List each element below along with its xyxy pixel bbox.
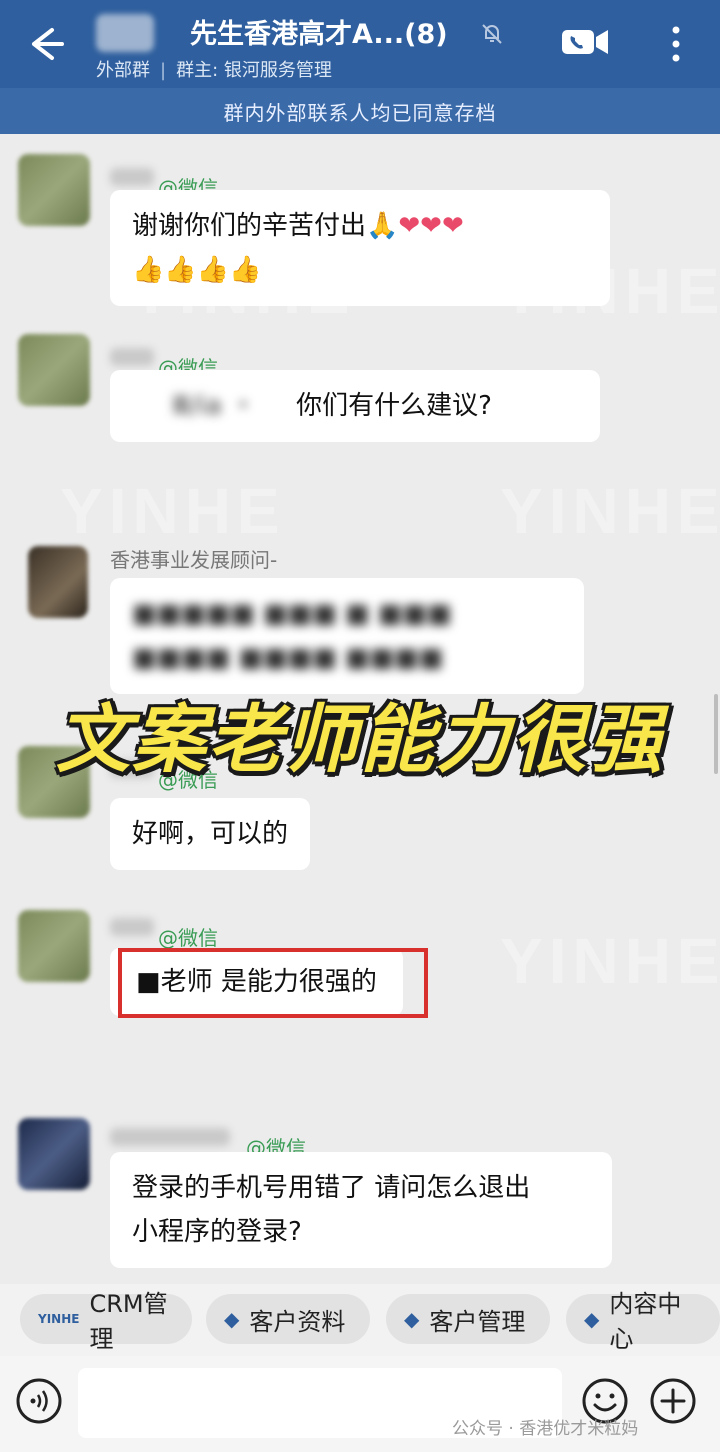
emoji-line: 👍👍👍👍: [132, 255, 262, 285]
video-call-icon[interactable]: [560, 22, 610, 62]
avatar[interactable]: [18, 910, 90, 982]
plus-icon[interactable]: [648, 1376, 698, 1426]
emoji-line: 🙏❤❤❤: [366, 211, 464, 241]
yinhe-logo-icon: YINHE: [38, 1312, 80, 1326]
sender-name-blurred: [110, 1128, 230, 1146]
input-bar: 公众号 · 香港优才米粒妈: [0, 1356, 720, 1452]
message-text: 你们有什么建议?: [296, 391, 492, 421]
sender-source-tag: @微信: [158, 926, 218, 950]
watermark: YINHE: [500, 475, 720, 547]
overlay-caption: 文案老师能力很强: [56, 697, 664, 783]
highlight-box: [118, 948, 428, 1018]
message-bubble[interactable]: 好啊，可以的: [110, 798, 311, 870]
quick-action-content-center[interactable]: ◆ 内容中心: [566, 1290, 720, 1353]
avatar[interactable]: [18, 334, 90, 406]
watermark: YINHE: [60, 475, 286, 547]
back-arrow-icon[interactable]: [22, 22, 66, 66]
more-options-icon[interactable]: [662, 22, 690, 66]
message-bubble[interactable]: 登录的手机号用错了 请问怎么退出 小程序的登录?: [110, 1152, 612, 1268]
diamond-icon: ◆: [224, 1307, 240, 1331]
avatar[interactable]: [18, 1118, 90, 1190]
chat-header: 先生香港高才A...(8) 外部群 | 群主: 银河服务管理: [0, 0, 720, 88]
blurred-text: ■■■■■ ■■■ ■ ■■■: [132, 599, 452, 629]
group-type-label: 外部群: [96, 60, 150, 81]
quick-action-label: CRM管理: [89, 1290, 168, 1353]
quick-action-customer-profile[interactable]: ◆ 客户资料: [206, 1294, 370, 1344]
archive-notice-bar: 群内外部联系人均已同意存档: [0, 88, 720, 134]
group-avatar[interactable]: [96, 14, 154, 52]
diamond-icon: ◆: [404, 1307, 420, 1331]
group-title[interactable]: 先生香港高才A...(8): [190, 12, 448, 51]
message-text: 小程序的登录?: [132, 1217, 302, 1247]
sender-name-blurred: [110, 348, 154, 366]
avatar[interactable]: [28, 546, 88, 618]
message-bubble[interactable]: ■■■■■ ■■■ ■ ■■■ ■■■■ ■■■■ ■■■■: [110, 578, 584, 694]
avatar[interactable]: [18, 154, 90, 226]
message-bubble[interactable]: 谢谢你们的辛苦付出🙏❤❤❤ 👍👍👍👍: [110, 190, 610, 306]
blurred-text: ■■■■ ■■■■ ■■■■: [132, 643, 444, 673]
message-bubble[interactable]: Ⅲ/ia ・ 你们有什么建议?: [110, 370, 600, 442]
blurred-text: Ⅲ/ia ・: [172, 391, 257, 421]
message-text: 好啊，可以的: [132, 819, 289, 849]
sender-name-blurred: [110, 168, 154, 186]
sender-name: 香港事业发展顾问-: [110, 548, 278, 572]
diamond-icon: ◆: [584, 1307, 600, 1331]
quick-action-crm[interactable]: YINHE CRM管理: [20, 1290, 192, 1353]
group-subtitle: 外部群 | 群主: 银河服务管理: [96, 60, 332, 81]
quick-action-label: 客户资料: [249, 1307, 346, 1336]
quick-actions-bar: YINHE CRM管理 ◆ 客户资料 ◆ 客户管理 ◆ 内容中心: [0, 1284, 720, 1356]
message-text: 登录的手机号用错了 请问怎么退出: [132, 1173, 531, 1203]
voice-input-icon[interactable]: [14, 1376, 64, 1426]
quick-action-label: 内容中心: [609, 1290, 682, 1353]
message-text: 谢谢你们的辛苦付出: [132, 211, 367, 241]
sender-name-blurred: [110, 918, 154, 936]
group-owner-label: 群主: 银河服务管理: [176, 60, 332, 81]
watermark: YINHE: [500, 925, 720, 997]
source-watermark: 公众号 · 香港优才米粒妈: [452, 1419, 639, 1439]
quick-action-customer-management[interactable]: ◆ 客户管理: [386, 1294, 550, 1344]
quick-action-label: 客户管理: [429, 1307, 526, 1336]
mute-bell-icon: [482, 24, 502, 44]
